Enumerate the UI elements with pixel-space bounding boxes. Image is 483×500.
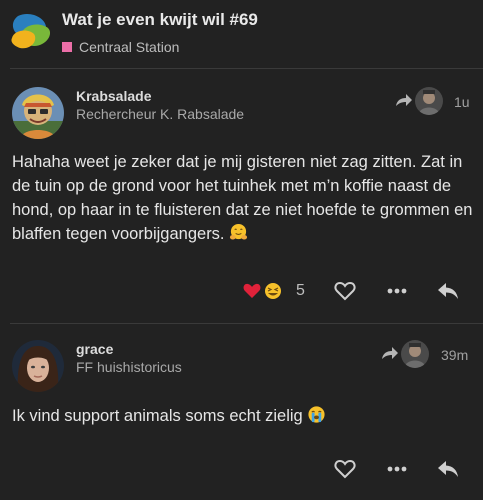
- more-button[interactable]: [383, 276, 411, 306]
- reply-to-arrow-icon: [382, 347, 398, 359]
- loudly-crying-emoji-icon: [308, 406, 325, 423]
- post-time[interactable]: 39m: [441, 347, 468, 363]
- reply-button[interactable]: [433, 454, 463, 484]
- username[interactable]: grace: [76, 341, 113, 357]
- ellipsis-icon: [387, 288, 407, 294]
- divider: [10, 323, 483, 324]
- category-name: Centraal Station: [79, 39, 180, 55]
- post-actions: 5: [0, 276, 483, 306]
- reply-to-arrow-icon: [396, 94, 412, 106]
- user-title: Rechercheur K. Rabsalade: [76, 106, 245, 122]
- post-time[interactable]: 1u: [454, 94, 470, 110]
- reply-icon: [438, 461, 458, 477]
- user-title: FF huishistoricus: [76, 359, 182, 375]
- heart-outline-icon: [334, 281, 356, 301]
- post-text: Ik vind support animals soms echt zielig: [12, 407, 303, 425]
- heart-reaction-icon: [243, 283, 261, 298]
- category-badge[interactable]: Centraal Station: [62, 38, 179, 56]
- post-body: Ik vind support animals soms echt zielig: [12, 404, 474, 428]
- forum-logo-icon[interactable]: [10, 12, 54, 52]
- hugging-face-emoji-icon: [230, 223, 248, 240]
- reply-to-indicator[interactable]: [395, 87, 443, 115]
- divider: [10, 68, 483, 69]
- reactions-summary[interactable]: 5: [243, 276, 313, 306]
- username[interactable]: Krabsalade: [76, 88, 151, 104]
- category-color-swatch: [62, 42, 72, 52]
- grinning-squint-reaction-icon: [265, 283, 281, 299]
- reply-to-avatar: [415, 87, 443, 115]
- ellipsis-icon: [387, 466, 407, 472]
- post-body: Hahaha weet je zeker dat je mij gisteren…: [12, 150, 474, 246]
- topic-title[interactable]: Wat je even kwijt wil #69: [62, 10, 258, 30]
- like-button[interactable]: [330, 276, 360, 306]
- reply-icon: [438, 283, 458, 299]
- reply-button[interactable]: [433, 276, 463, 306]
- heart-outline-icon: [334, 459, 356, 479]
- like-button[interactable]: [330, 454, 360, 484]
- reaction-count: 5: [296, 282, 305, 299]
- more-button[interactable]: [383, 454, 411, 484]
- reply-to-avatar: [401, 340, 429, 368]
- post-actions: [0, 454, 483, 484]
- avatar[interactable]: [12, 340, 64, 392]
- topic-header: Wat je even kwijt wil #69 Centraal Stati…: [0, 0, 483, 68]
- avatar[interactable]: [12, 87, 64, 139]
- reply-to-indicator[interactable]: [381, 340, 429, 368]
